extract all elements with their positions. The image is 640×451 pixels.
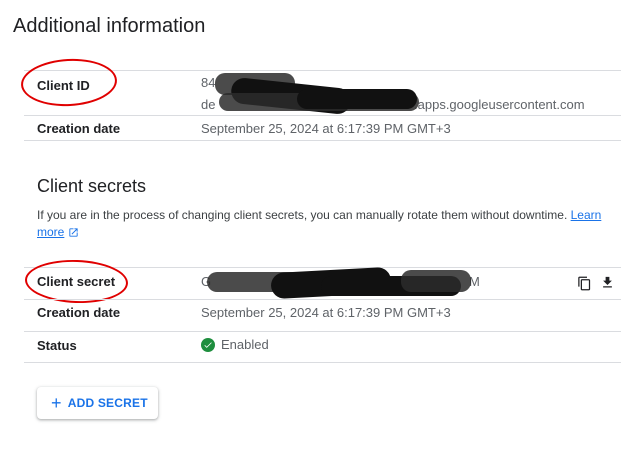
- client-id-creation-row: Creation date September 25, 2024 at 6:17…: [24, 115, 621, 141]
- add-secret-label: ADD SECRET: [67, 396, 148, 410]
- status-badge: Enabled: [201, 337, 269, 352]
- download-icon[interactable]: [598, 273, 616, 291]
- secret-creation-date-value: September 25, 2024 at 6:17:39 PM GMT+3: [201, 305, 451, 320]
- secret-creation-row: Creation date September 25, 2024 at 6:17…: [24, 299, 621, 331]
- client-id-value-prefix: 84: [201, 75, 216, 90]
- secret-creation-date-label: Creation date: [37, 305, 121, 320]
- client-id-value[interactable]: 84 de .apps.googleusercontent.com: [201, 73, 621, 116]
- plus-icon: +: [51, 393, 62, 413]
- client-secrets-title: Client secrets: [37, 176, 147, 196]
- creation-date-label: Creation date: [37, 121, 121, 136]
- secret-status-row: Status Enabled: [24, 331, 621, 363]
- add-secret-button[interactable]: + ADD SECRET: [37, 387, 158, 419]
- client-id-value-line2-prefix: de: [201, 97, 216, 112]
- external-link-icon[interactable]: [68, 227, 79, 238]
- client-secret-value[interactable]: G M: [201, 266, 491, 300]
- client-secrets-description: If you are in the process of changing cl…: [37, 207, 617, 241]
- check-circle-icon: [201, 337, 215, 352]
- redaction-mark: [401, 270, 471, 292]
- copy-icon[interactable]: [575, 274, 593, 292]
- page-title: Additional information: [13, 15, 206, 37]
- status-value: Enabled: [221, 337, 269, 352]
- client-secrets-description-text: If you are in the process of changing cl…: [37, 208, 568, 222]
- status-label: Status: [37, 338, 77, 353]
- client-id-value-suffix: .apps.googleusercontent.com: [414, 97, 585, 112]
- redaction-mark: [297, 89, 417, 109]
- creation-date-value: September 25, 2024 at 6:17:39 PM GMT+3: [201, 121, 451, 136]
